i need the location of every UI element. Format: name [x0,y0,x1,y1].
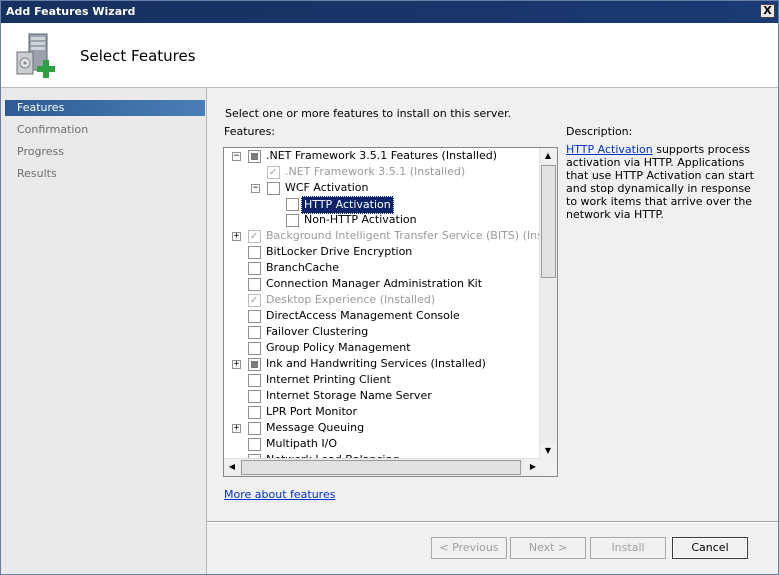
feature-row[interactable]: Failover Clustering [224,324,554,340]
step-confirmation: Confirmation [17,123,89,136]
feature-row[interactable]: Internet Storage Name Server [224,388,554,404]
description-link[interactable]: HTTP Activation [566,143,653,156]
vertical-scrollbar[interactable]: ▲ ▼ [539,148,557,459]
feature-checkbox[interactable] [248,326,261,339]
title-bar: Add Features Wizard X [1,1,778,23]
feature-row[interactable]: Desktop Experience (Installed) [224,292,554,309]
features-label: Features: [224,125,276,138]
next-button[interactable]: Next > [510,537,586,559]
wizard-content: Select one or more features to install o… [207,88,778,574]
feature-label: Failover Clustering [266,325,369,338]
wizard-steps: Features Confirmation Progress Results [1,88,207,574]
feature-checkbox[interactable] [248,438,261,451]
feature-row[interactable]: Non-HTTP Activation [224,212,554,228]
feature-checkbox [248,229,261,245]
feature-checkbox[interactable] [248,310,261,323]
feature-row[interactable]: .NET Framework 3.5.1 (Installed) [224,164,554,181]
feature-label: Group Policy Management [266,341,411,354]
scroll-left-icon[interactable]: ◀ [224,459,240,475]
scrollbar-corner [540,459,557,476]
scroll-up-icon[interactable]: ▲ [540,148,556,164]
description-label: Description: [566,125,633,138]
feature-label: Ink and Handwriting Services (Installed) [266,357,486,370]
horizontal-scrollbar[interactable]: ◀ ▶ [224,458,541,476]
feature-checkbox[interactable] [248,406,261,419]
feature-label: Non-HTTP Activation [304,213,417,226]
collapse-icon[interactable]: − [251,184,260,193]
more-about-features-link[interactable]: More about features [224,488,335,501]
feature-checkbox[interactable] [267,182,280,195]
feature-label: BitLocker Drive Encryption [266,245,413,258]
feature-row[interactable]: Multipath I/O [224,436,554,452]
previous-button[interactable]: < Previous [431,537,507,559]
wizard-window: Add Features Wizard X Select Features Fe… [0,0,779,575]
feature-row[interactable]: − .NET Framework 3.5.1 Features (Installe… [224,148,554,164]
feature-checkbox[interactable] [248,246,261,259]
feature-row[interactable]: Internet Printing Client [224,372,554,388]
feature-label: .NET Framework 3.5.1 (Installed) [285,165,466,178]
cancel-button[interactable]: Cancel [672,537,748,559]
feature-checkbox [267,165,280,181]
feature-label: DirectAccess Management Console [266,309,460,322]
expand-icon[interactable]: + [232,232,241,241]
feature-checkbox[interactable] [248,150,261,163]
feature-label: Multipath I/O [266,437,338,450]
step-progress: Progress [17,145,64,158]
window-title: Add Features Wizard [6,5,136,18]
feature-label: BranchCache [266,261,340,274]
feature-label: .NET Framework 3.5.1 Features (Installed… [266,149,498,162]
feature-checkbox[interactable] [248,422,261,435]
install-button[interactable]: Install [590,537,666,559]
feature-label: WCF Activation [285,181,369,194]
feature-row[interactable]: + Background Intelligent Transfer Service… [224,228,557,245]
feature-checkbox[interactable] [248,278,261,291]
horizontal-scroll-thumb[interactable] [241,460,521,475]
feature-checkbox [248,293,261,309]
scroll-down-icon[interactable]: ▼ [540,443,556,459]
step-features[interactable]: Features [5,100,205,116]
feature-label: Desktop Experience (Installed) [266,293,436,306]
page-title: Select Features [80,47,196,65]
feature-checkbox[interactable] [248,262,261,275]
feature-row[interactable]: + Message Queuing [224,420,554,436]
feature-row[interactable]: Connection Manager Administration Kit [224,276,554,292]
scroll-right-icon[interactable]: ▶ [525,459,541,475]
feature-row[interactable]: + Ink and Handwriting Services (Installed… [224,356,554,372]
feature-row[interactable]: BranchCache [224,260,554,276]
feature-label: Message Queuing [266,421,365,434]
feature-row[interactable]: Group Policy Management [224,340,554,356]
feature-row[interactable]: − WCF Activation [224,180,554,196]
feature-row[interactable]: LPR Port Monitor [224,404,554,420]
divider [207,521,778,523]
wizard-header: Select Features [1,23,778,88]
feature-row[interactable]: DirectAccess Management Console [224,308,554,324]
collapse-icon[interactable]: − [232,152,241,161]
feature-row[interactable]: HTTP Activation [224,196,554,214]
feature-label: Connection Manager Administration Kit [266,277,483,290]
vertical-scroll-thumb[interactable] [541,165,556,278]
feature-checkbox[interactable] [248,390,261,403]
feature-row[interactable]: BitLocker Drive Encryption [224,244,554,260]
feature-label: Internet Storage Name Server [266,389,432,402]
feature-checkbox[interactable] [248,358,261,371]
close-button[interactable]: X [760,4,775,18]
description-text: HTTP Activation supports process activat… [566,143,756,221]
feature-label: Background Intelligent Transfer Service … [266,229,558,242]
step-results: Results [17,167,57,180]
feature-checkbox[interactable] [248,342,261,355]
server-add-icon [16,33,55,78]
feature-label: LPR Port Monitor [266,405,358,418]
feature-checkbox[interactable] [286,198,299,211]
feature-label: Internet Printing Client [266,373,391,386]
expand-icon[interactable]: + [232,424,241,433]
instruction-text: Select one or more features to install o… [225,107,512,120]
feature-checkbox[interactable] [286,214,299,227]
feature-checkbox[interactable] [248,374,261,387]
expand-icon[interactable]: + [232,360,241,369]
features-tree[interactable]: − .NET Framework 3.5.1 Features (Installe… [223,147,558,477]
